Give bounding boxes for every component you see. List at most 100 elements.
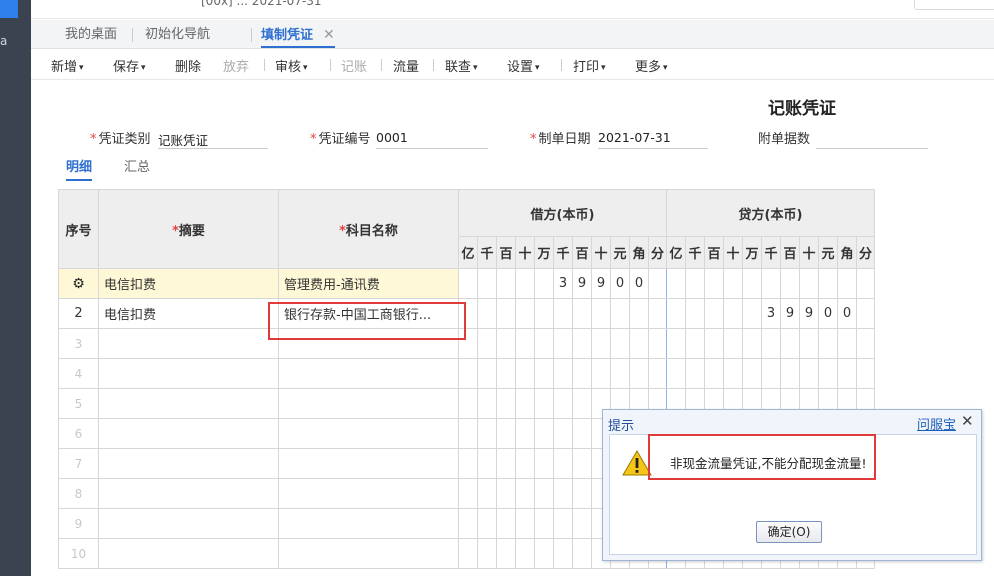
ok-button[interactable]: 确定(O) [756, 521, 822, 543]
debit-digit-cell[interactable] [515, 538, 535, 569]
credit-digit-cell[interactable] [761, 358, 781, 389]
table-row[interactable]: 2 电信扣费 银行存款-中国工商银行... 3 9 9 0 0 [58, 298, 875, 329]
summary-cell[interactable] [98, 388, 279, 419]
debit-digit-cell[interactable] [629, 358, 649, 389]
debit-digit-cell[interactable]: 0 [629, 268, 649, 299]
credit-digit-cell[interactable] [685, 328, 705, 359]
settings-button[interactable]: 设置 ▾ [507, 56, 540, 75]
table-row[interactable]: 4 [58, 358, 875, 389]
summary-cell[interactable] [98, 358, 279, 389]
delete-button[interactable]: 删除 [175, 56, 201, 75]
summary-cell[interactable] [98, 448, 279, 479]
debit-digit-cell[interactable] [610, 358, 630, 389]
debit-digit-cell[interactable] [591, 358, 611, 389]
credit-digit-cell[interactable] [666, 298, 686, 329]
debit-digit-cell[interactable] [572, 478, 592, 509]
save-button[interactable]: 保存 ▾ [113, 56, 146, 75]
debit-digit-cell[interactable] [496, 298, 516, 329]
account-cell[interactable] [278, 508, 459, 539]
credit-digit-cell[interactable] [685, 268, 705, 299]
debit-digit-cell[interactable] [572, 448, 592, 479]
debit-digit-cell[interactable] [496, 358, 516, 389]
credit-digit-cell[interactable] [704, 268, 724, 299]
credit-digit-cell[interactable] [856, 328, 875, 359]
credit-digit-cell[interactable] [818, 328, 838, 359]
new-button[interactable]: 新增 ▾ [51, 56, 84, 75]
debit-digit-cell[interactable] [610, 298, 630, 329]
debit-digit-cell[interactable] [553, 388, 573, 419]
debit-digit-cell[interactable] [553, 358, 573, 389]
credit-digit-cell[interactable] [856, 298, 875, 329]
credit-digit-cell[interactable] [780, 358, 800, 389]
debit-digit-cell[interactable] [477, 388, 497, 419]
summary-cell[interactable] [98, 478, 279, 509]
credit-digit-cell[interactable] [837, 328, 857, 359]
debit-digit-cell[interactable] [515, 418, 535, 449]
debit-digit-cell[interactable] [534, 538, 554, 569]
debit-digit-cell[interactable] [515, 478, 535, 509]
subtab-summary[interactable]: 汇总 [124, 156, 150, 175]
debit-digit-cell[interactable] [515, 508, 535, 539]
credit-digit-cell[interactable] [799, 358, 819, 389]
debit-digit-cell[interactable] [534, 268, 554, 299]
debit-digit-cell[interactable] [534, 328, 554, 359]
table-row[interactable]: ⚙ 电信扣费 管理费用-通讯费 3 9 9 0 0 [58, 268, 875, 299]
debit-digit-cell[interactable] [496, 268, 516, 299]
debit-digit-cell[interactable] [572, 358, 592, 389]
summary-cell[interactable] [98, 538, 279, 569]
debit-digit-cell[interactable] [534, 478, 554, 509]
tab-init-nav[interactable]: 初始化导航 [145, 20, 210, 48]
debit-digit-cell[interactable] [477, 358, 497, 389]
table-row[interactable]: 3 [58, 328, 875, 359]
debit-digit-cell[interactable] [534, 508, 554, 539]
credit-digit-cell[interactable] [704, 298, 724, 329]
debit-digit-cell[interactable] [629, 328, 649, 359]
debit-digit-cell[interactable] [458, 268, 478, 299]
debit-digit-cell[interactable] [496, 508, 516, 539]
debit-digit-cell[interactable] [553, 298, 573, 329]
credit-digit-cell[interactable] [856, 358, 875, 389]
credit-digit-cell[interactable] [742, 328, 762, 359]
debit-digit-cell[interactable] [534, 448, 554, 479]
account-cell[interactable] [278, 358, 459, 389]
help-link[interactable]: 问服宝 [917, 414, 956, 433]
credit-digit-cell[interactable] [685, 298, 705, 329]
account-cell[interactable]: 管理费用-通讯费 [278, 268, 459, 299]
debit-digit-cell[interactable] [458, 478, 478, 509]
voucher-number-input[interactable]: 0001 [376, 130, 488, 149]
debit-digit-cell[interactable] [496, 538, 516, 569]
tab-fill-voucher[interactable]: 填制凭证 ✕ [261, 20, 335, 48]
credit-digit-cell[interactable] [742, 298, 762, 329]
account-cell[interactable] [278, 388, 459, 419]
summary-cell[interactable]: 电信扣费 [98, 298, 279, 329]
row-settings-icon[interactable]: ⚙ [58, 268, 99, 299]
more-button[interactable]: 更多 ▾ [635, 56, 668, 75]
debit-digit-cell[interactable] [477, 448, 497, 479]
debit-digit-cell[interactable] [553, 448, 573, 479]
credit-digit-cell[interactable] [666, 268, 686, 299]
debit-digit-cell[interactable] [458, 508, 478, 539]
credit-digit-cell[interactable]: 9 [780, 298, 800, 329]
debit-digit-cell[interactable] [553, 478, 573, 509]
debit-digit-cell[interactable] [591, 328, 611, 359]
debit-digit-cell[interactable]: 9 [591, 268, 611, 299]
summary-cell[interactable]: 电信扣费 [98, 268, 279, 299]
debit-digit-cell[interactable] [515, 298, 535, 329]
debit-digit-cell[interactable] [553, 508, 573, 539]
credit-digit-cell[interactable] [837, 268, 857, 299]
debit-digit-cell[interactable] [477, 298, 497, 329]
debit-digit-cell[interactable] [572, 388, 592, 419]
debit-digit-cell[interactable] [534, 388, 554, 419]
app-logo[interactable] [0, 0, 18, 18]
credit-digit-cell[interactable]: 9 [799, 298, 819, 329]
debit-digit-cell[interactable] [515, 328, 535, 359]
summary-cell[interactable] [98, 418, 279, 449]
credit-digit-cell[interactable] [723, 328, 743, 359]
debit-digit-cell[interactable] [477, 328, 497, 359]
debit-digit-cell[interactable] [477, 268, 497, 299]
voucher-category-input[interactable]: 记账凭证 [158, 130, 268, 149]
credit-digit-cell[interactable] [780, 268, 800, 299]
debit-digit-cell[interactable] [629, 298, 649, 329]
close-icon[interactable]: ✕ [961, 412, 974, 430]
credit-digit-cell[interactable] [704, 328, 724, 359]
